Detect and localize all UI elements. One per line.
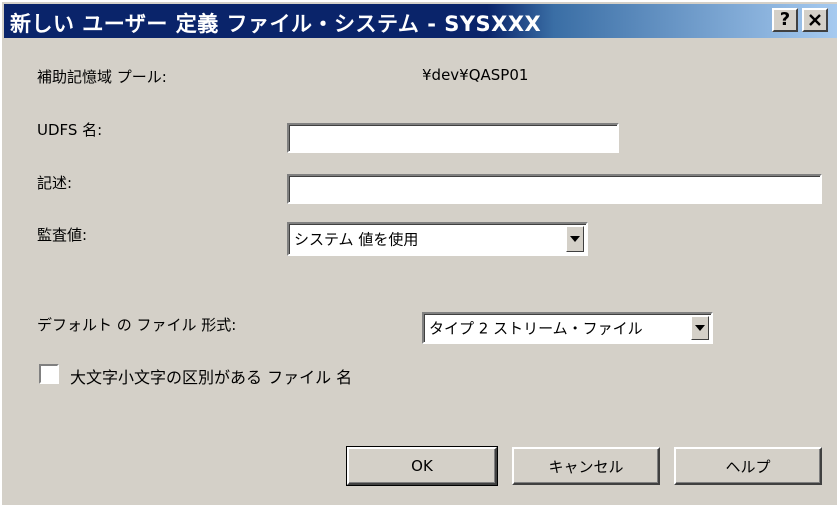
default-format-label: デフォルト の ファイル 形式: (37, 316, 237, 334)
help-title-button[interactable]: ? (772, 8, 798, 32)
close-icon (809, 14, 821, 26)
audit-dropdown-button[interactable] (566, 226, 584, 252)
ok-button[interactable]: OK (346, 446, 498, 486)
new-udfs-dialog: 新しい ユーザー 定義 ファイル・システム - SYSXXX ? 補助記憶域 プ… (0, 0, 837, 505)
audit-label: 監査値: (37, 226, 88, 244)
question-icon: ? (779, 9, 791, 30)
default-format-dropdown-button[interactable] (691, 316, 709, 340)
case-sensitive-checkbox[interactable] (39, 364, 59, 384)
asp-label: 補助記憶域 プール: (37, 68, 167, 86)
cancel-button[interactable]: キャンセル (512, 447, 660, 485)
close-button[interactable] (802, 8, 828, 32)
title-bar[interactable]: 新しい ユーザー 定義 ファイル・システム - SYSXXX ? (4, 4, 837, 38)
audit-selected-value: システム 値を使用 (294, 230, 419, 249)
chevron-down-icon (695, 325, 705, 331)
default-format-select[interactable]: タイプ 2 ストリーム・ファイル (422, 312, 713, 344)
description-field[interactable] (287, 174, 822, 204)
default-format-selected-value: タイプ 2 ストリーム・ファイル (429, 319, 643, 338)
description-input[interactable] (289, 176, 820, 202)
window-title: 新しい ユーザー 定義 ファイル・システム - SYSXXX (10, 12, 542, 36)
chevron-down-icon (570, 236, 580, 242)
description-label: 記述: (37, 174, 73, 192)
udfs-name-input[interactable] (289, 125, 617, 151)
udfs-name-field[interactable] (287, 123, 619, 153)
audit-select[interactable]: システム 値を使用 (287, 222, 588, 256)
help-button[interactable]: ヘルプ (674, 447, 822, 485)
case-sensitive-label[interactable]: 大文字小文字の区別がある ファイル 名 (70, 364, 352, 388)
asp-value: ¥dev¥QASP01 (422, 66, 529, 84)
udfs-name-label: UDFS 名: (37, 121, 103, 139)
